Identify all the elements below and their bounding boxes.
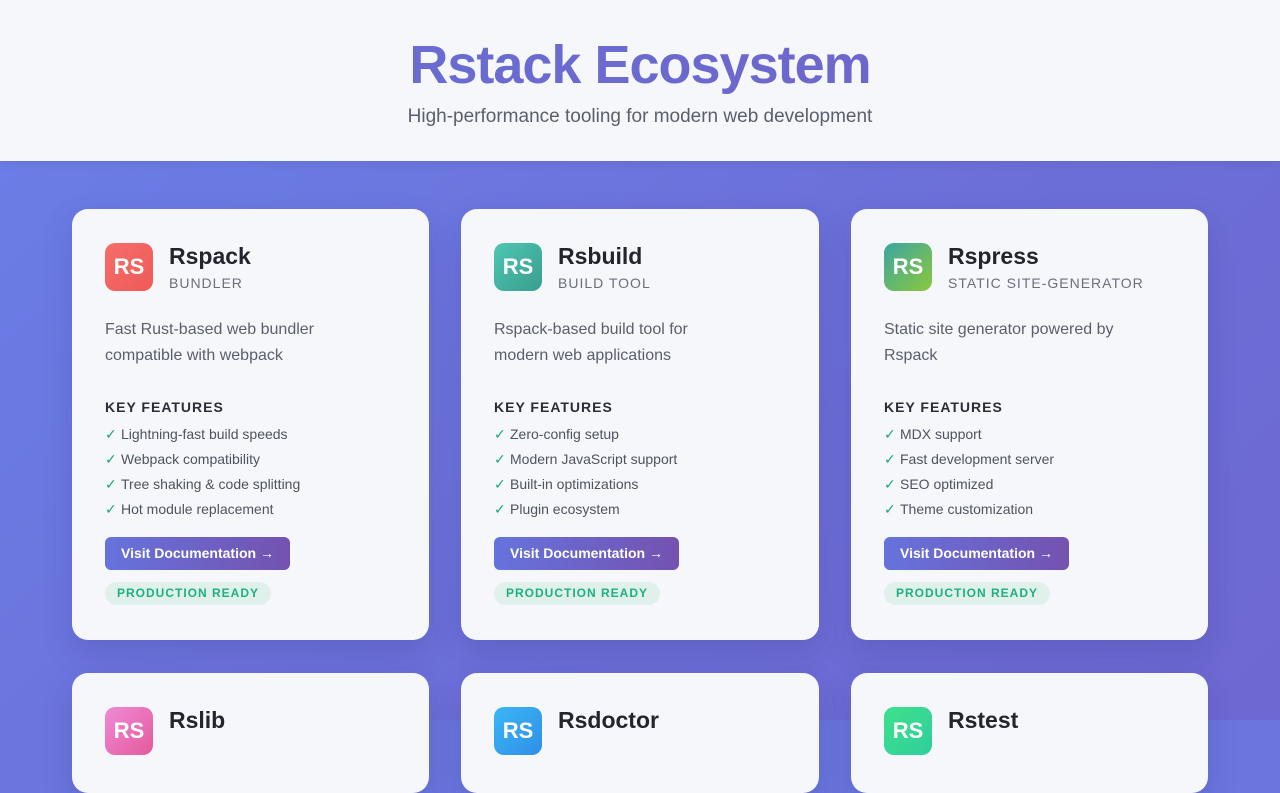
tool-category: STATIC SITE-GENERATOR [948, 275, 1144, 291]
tool-description: Rspack-based build tool for modern web a… [494, 321, 688, 364]
feature-item: ✓ Webpack compatibility [105, 450, 396, 475]
feature-item: ✓ Tree shaking & code splitting [105, 475, 396, 500]
card-title-group: Rsbuild BUILD TOOL [558, 242, 651, 291]
check-icon: ✓ [105, 426, 117, 442]
feature-text: Tree shaking & code splitting [121, 476, 301, 492]
feature-item: ✓ MDX support [884, 425, 1175, 450]
feature-text: Built-in optimizations [510, 476, 639, 492]
card-header: RS Rslib [105, 706, 396, 755]
feature-text: Theme customization [900, 501, 1034, 517]
card-header: RS Rspress STATIC SITE-GENERATOR [884, 242, 1175, 291]
features-heading: KEY FEATURES [105, 399, 224, 415]
features-heading: KEY FEATURES [494, 399, 613, 415]
page-header: Rstack Ecosystem High-performance toolin… [0, 0, 1280, 161]
features-heading: KEY FEATURES [884, 399, 1003, 415]
badge-row: PRODUCTION READY [494, 570, 786, 605]
check-icon: ✓ [105, 451, 117, 467]
tool-grid: RS Rspack BUNDLER Fast Rust-based web bu… [72, 209, 1208, 793]
button-row: Visit Documentation → [884, 525, 1175, 570]
feature-item: ✓ Lightning-fast build speeds [105, 425, 396, 450]
rslib-logo: RS [105, 707, 153, 755]
feature-text: Webpack compatibility [121, 451, 261, 467]
feature-item: ✓ Built-in optimizations [494, 475, 786, 500]
check-icon: ✓ [105, 476, 117, 492]
tool-category: BUNDLER [169, 275, 243, 291]
card-title-group: Rspack BUNDLER [169, 242, 251, 291]
card-title-group: Rslib [169, 706, 225, 734]
card-title-group: Rstest [948, 706, 1018, 734]
feature-item: ✓ Modern JavaScript support [494, 450, 786, 475]
check-icon: ✓ [884, 501, 896, 517]
check-icon: ✓ [105, 501, 117, 517]
feature-item: ✓ Theme customization [884, 500, 1175, 525]
feature-text: Fast development server [900, 451, 1055, 467]
features-list: ✓ MDX support ✓ Fast development server ✓ S… [884, 425, 1175, 525]
visit-documentation-button[interactable]: Visit Documentation → [884, 537, 1069, 570]
feature-text: Lightning-fast build speeds [121, 426, 288, 442]
feature-text: SEO optimized [900, 476, 994, 492]
status-badge: PRODUCTION READY [884, 582, 1051, 605]
feature-text: Zero-config setup [510, 426, 619, 442]
check-icon: ✓ [494, 501, 506, 517]
tool-name: Rsbuild [558, 243, 643, 269]
rsdoctor-logo: RS [494, 707, 542, 755]
tool-description: Static site generator powered by Rspack [884, 321, 1114, 364]
card-header: RS Rsbuild BUILD TOOL [494, 242, 786, 291]
feature-item: ✓ Fast development server [884, 450, 1175, 475]
tool-category: BUILD TOOL [558, 275, 651, 291]
card-header: RS Rstest [884, 706, 1175, 755]
card-title-group: Rspress STATIC SITE-GENERATOR [948, 242, 1144, 291]
features-list: ✓ Zero-config setup ✓ Modern JavaScript su… [494, 425, 786, 525]
card-header: RS Rsdoctor [494, 706, 786, 755]
features-list: ✓ Lightning-fast build speeds ✓ Webpack co… [105, 425, 396, 525]
tool-name: Rspack [169, 243, 251, 269]
check-icon: ✓ [884, 426, 896, 442]
card-header: RS Rspack BUNDLER [105, 242, 396, 291]
button-row: Visit Documentation → [494, 525, 786, 570]
feature-text: Modern JavaScript support [510, 451, 678, 467]
button-row: Visit Documentation → [105, 525, 396, 570]
check-icon: ✓ [494, 476, 506, 492]
tool-card-rsbuild: RS Rsbuild BUILD TOOL Rspack-based build… [461, 209, 819, 640]
tool-name: Rslib [169, 707, 226, 733]
feature-text: Hot module replacement [121, 501, 274, 517]
page-subtitle: High-performance tooling for modern web … [407, 106, 873, 127]
badge-row: PRODUCTION READY [884, 570, 1175, 605]
tool-name: Rspress [948, 243, 1039, 269]
page-title: Rstack Ecosystem [0, 34, 1280, 96]
tool-card-rsdoctor: RS Rsdoctor [461, 673, 819, 793]
tool-name: Rsdoctor [558, 707, 659, 733]
tool-card-rspack: RS Rspack BUNDLER Fast Rust-based web bu… [72, 209, 429, 640]
feature-text: Plugin ecosystem [510, 501, 620, 517]
feature-item: ✓ Zero-config setup [494, 425, 786, 450]
check-icon: ✓ [494, 426, 506, 442]
tool-card-rspress: RS Rspress STATIC SITE-GENERATOR Static … [851, 209, 1208, 640]
tool-description: Fast Rust-based web bundler compatible w… [105, 321, 314, 364]
check-icon: ✓ [884, 476, 896, 492]
rspress-logo: RS [884, 243, 932, 291]
badge-row: PRODUCTION READY [105, 570, 396, 605]
feature-item: ✓ Plugin ecosystem [494, 500, 786, 525]
feature-item: ✓ SEO optimized [884, 475, 1175, 500]
status-badge: PRODUCTION READY [105, 582, 272, 605]
check-icon: ✓ [884, 451, 896, 467]
tool-card-rstest: RS Rstest [851, 673, 1208, 793]
rsbuild-logo: RS [494, 243, 542, 291]
feature-item: ✓ Hot module replacement [105, 500, 396, 525]
tool-name: Rstest [948, 707, 1019, 733]
rspack-logo: RS [105, 243, 153, 291]
visit-documentation-button[interactable]: Visit Documentation → [105, 537, 290, 570]
feature-text: MDX support [900, 426, 982, 442]
visit-documentation-button[interactable]: Visit Documentation → [494, 537, 679, 570]
status-badge: PRODUCTION READY [494, 582, 661, 605]
check-icon: ✓ [494, 451, 506, 467]
card-title-group: Rsdoctor [558, 706, 659, 734]
tool-card-rslib: RS Rslib [72, 673, 429, 793]
rstest-logo: RS [884, 707, 932, 755]
